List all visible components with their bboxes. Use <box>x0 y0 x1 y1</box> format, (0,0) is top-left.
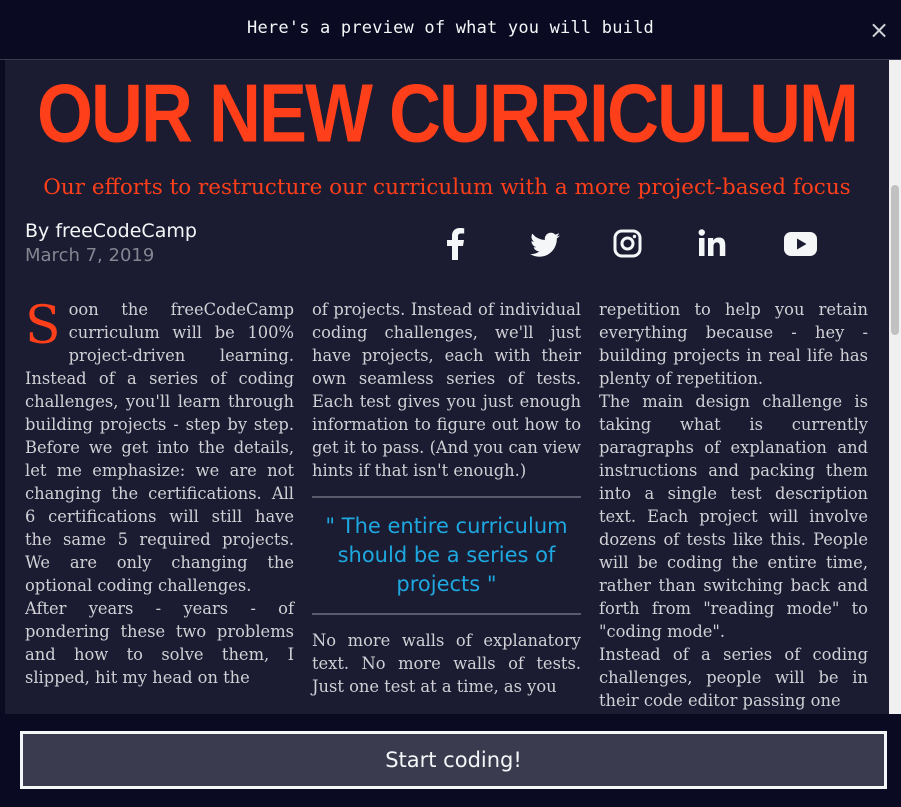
modal-title: Here's a preview of what you will build <box>247 18 654 38</box>
preview-frame[interactable]: OUR NEW CURRICULUM Our efforts to restru… <box>5 60 901 714</box>
article-subheadline: Our efforts to restructure our curriculu… <box>43 175 851 200</box>
article-author: By freeCodeCamp <box>25 220 197 242</box>
pull-quote: " The entire curriculum should be a seri… <box>325 514 568 596</box>
article-headline: OUR NEW CURRICULUM <box>37 68 859 160</box>
quote-divider-bottom <box>312 613 581 615</box>
close-icon[interactable]: × <box>869 16 889 44</box>
paragraph: After years - years - of pondering these… <box>25 599 294 687</box>
close-button[interactable]: × <box>869 18 889 42</box>
paragraph: oon the freeCodeCamp curriculum will be … <box>25 300 294 595</box>
scrollbar[interactable] <box>889 60 901 714</box>
facebook-icon[interactable] <box>443 227 467 261</box>
article: OUR NEW CURRICULUM Our efforts to restru… <box>5 60 889 714</box>
drop-cap: S <box>25 296 61 356</box>
article-date: March 7, 2019 <box>25 245 155 266</box>
modal-header: Here's a preview of what you will build … <box>0 0 901 60</box>
paragraph: The main design challenge is taking what… <box>599 392 868 641</box>
article-column-1: S oon the freeCodeCamp curriculum will b… <box>25 298 294 714</box>
article-column-2: of projects. Instead of individual codin… <box>312 298 581 714</box>
article-columns: S oon the freeCodeCamp curriculum will b… <box>25 298 868 714</box>
paragraph: No more walls of explanatory text. No mo… <box>312 631 581 696</box>
quote-divider-top <box>312 496 581 498</box>
instagram-icon[interactable] <box>613 227 643 261</box>
start-coding-button[interactable]: Start coding! <box>20 731 887 789</box>
twitter-icon[interactable] <box>528 227 562 261</box>
youtube-icon[interactable] <box>783 227 819 261</box>
paragraph: of projects. Instead of individual codin… <box>312 300 581 480</box>
modal-footer: Start coding! <box>0 714 901 807</box>
article-column-3: repetition to help you retain everything… <box>599 298 868 714</box>
paragraph: Instead of a series of coding challenges… <box>599 645 868 710</box>
linkedin-icon[interactable] <box>697 227 727 261</box>
scrollbar-thumb[interactable] <box>891 185 899 335</box>
paragraph: repetition to help you retain everything… <box>599 300 868 388</box>
